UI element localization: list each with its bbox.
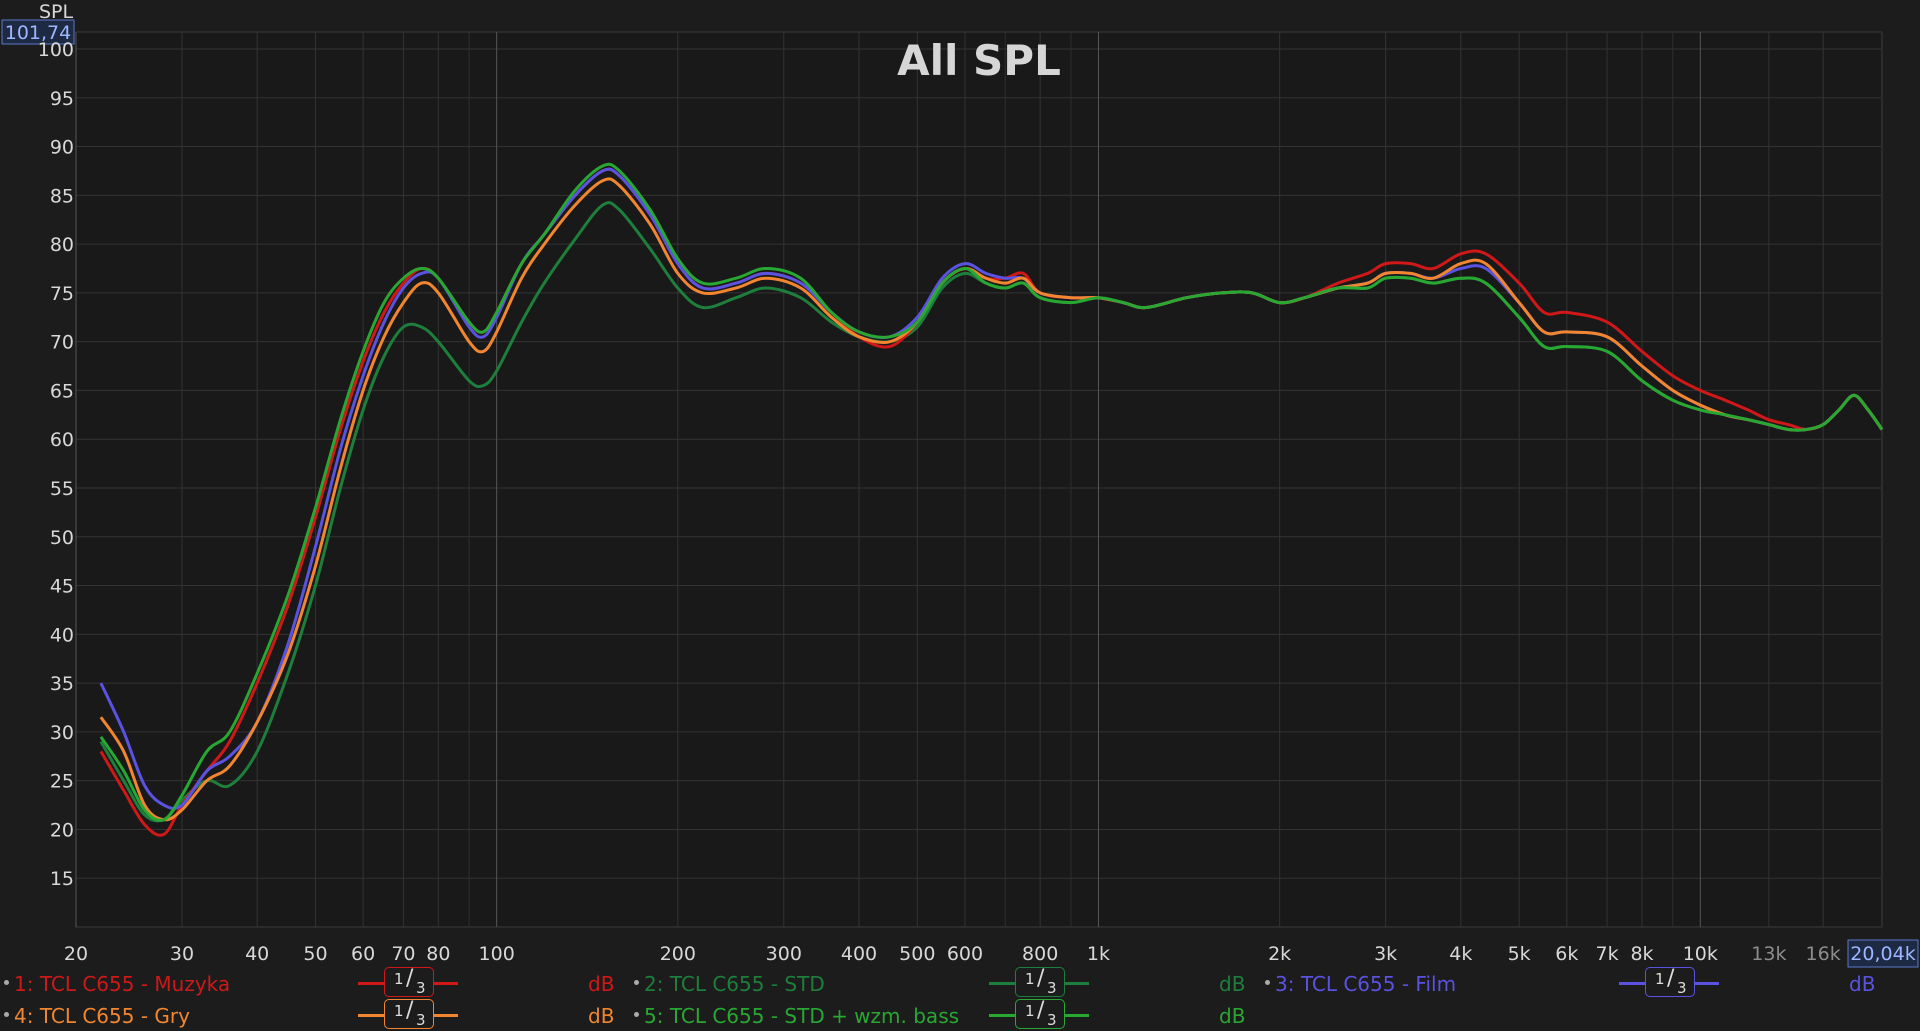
y-tick-label: 100 xyxy=(38,39,74,61)
x-tick-label: 50 xyxy=(303,943,327,965)
x-tick-label: 20 xyxy=(64,943,88,965)
x-tick-label: 10k xyxy=(1683,943,1718,965)
legend-row-2: 4: TCL C655 - Gry 1/3 dB 5: TCL C655 - S… xyxy=(0,998,1920,1031)
y-tick-label: 30 xyxy=(50,722,74,744)
y-tick-label: 85 xyxy=(50,185,74,207)
x-tick-label: 600 xyxy=(947,943,983,965)
x-tick-label: 300 xyxy=(766,943,802,965)
smoothing-numerator: 1 xyxy=(1025,1002,1035,1020)
plot-area xyxy=(75,31,1883,928)
smoothing-box: 1/3 xyxy=(384,998,434,1029)
smoothing-box: 1/3 xyxy=(1015,966,1065,997)
smoothing-numerator: 1 xyxy=(394,970,404,988)
x-tick-label: 400 xyxy=(841,943,877,965)
y-tick-label: 45 xyxy=(50,576,74,598)
legend-label: 1: TCL C655 - Muzyka xyxy=(14,972,231,996)
smoothing-slash: / xyxy=(1667,966,1675,991)
spl-chart[interactable]: All SPL SPL 101,74 20,04k 15202530354045… xyxy=(0,0,1920,970)
x-tick-label: 13k xyxy=(1751,943,1786,965)
x-tick-label: 60 xyxy=(351,943,375,965)
legend-label: 3: TCL C655 - Film xyxy=(1275,972,1457,996)
smoothing-denominator: 3 xyxy=(1047,1011,1057,1029)
smoothing-numerator: 1 xyxy=(1025,970,1035,988)
legend-dot xyxy=(4,1012,9,1017)
smoothing-slash: / xyxy=(406,966,414,991)
chart-title: All SPL xyxy=(897,36,1061,85)
y-tick-label: 15 xyxy=(50,868,74,890)
smoothing-denominator: 3 xyxy=(1677,979,1687,997)
legend-row-1: 1: TCL C655 - Muzyka 1/3 dB 2: TCL C655 … xyxy=(0,966,1920,999)
y-tick-label: 60 xyxy=(50,429,74,451)
y-tick-label: 40 xyxy=(50,624,74,646)
y-tick-label: 70 xyxy=(50,332,74,354)
legend-unit-1: dB xyxy=(588,972,615,996)
x-tick-label: 5k xyxy=(1508,943,1531,965)
smoothing-slash: / xyxy=(1037,966,1045,991)
smoothing-numerator: 1 xyxy=(1655,970,1665,988)
y-tick-label: 95 xyxy=(50,88,74,110)
smoothing-box: 1/3 xyxy=(1015,998,1065,1029)
x-tick-label: 6k xyxy=(1555,943,1578,965)
x-tick-label: 200 xyxy=(660,943,696,965)
legend-unit-4: dB xyxy=(588,1004,615,1028)
y-tick-label: 55 xyxy=(50,478,74,500)
y-tick-label: 35 xyxy=(50,673,74,695)
legend-dot xyxy=(634,980,639,985)
smoothing-box: 1/3 xyxy=(1645,966,1695,997)
legend-dot xyxy=(634,1012,639,1017)
legend-dot xyxy=(1265,980,1270,985)
x-tick-label: 100 xyxy=(479,943,515,965)
legend-unit-2: dB xyxy=(1219,972,1246,996)
x-tick-label: 80 xyxy=(426,943,450,965)
x-tick-label: 70 xyxy=(391,943,415,965)
x-tick-label: 40 xyxy=(245,943,269,965)
x-tick-label: 30 xyxy=(170,943,194,965)
smoothing-slash: / xyxy=(406,998,414,1023)
y-tick-label: 80 xyxy=(50,234,74,256)
x-tick-label: 500 xyxy=(899,943,935,965)
y-tick-label: 50 xyxy=(50,527,74,549)
smoothing-numerator: 1 xyxy=(394,1002,404,1020)
y-tick-label: 90 xyxy=(50,137,74,159)
legend-label: 2: TCL C655 - STD xyxy=(644,972,825,996)
x-tick-label: 4k xyxy=(1449,943,1472,965)
x-tick-label: 3k xyxy=(1374,943,1397,965)
x-tick-label: 2k xyxy=(1268,943,1291,965)
x-tick-label: 800 xyxy=(1022,943,1058,965)
x-tick-label: 7k xyxy=(1596,943,1619,965)
smoothing-denominator: 3 xyxy=(416,979,426,997)
y-tick-label: 75 xyxy=(50,283,74,305)
legend-unit-5: dB xyxy=(1219,1004,1246,1028)
smoothing-box: 1/3 xyxy=(384,966,434,997)
x-tick-label: 16k xyxy=(1806,943,1841,965)
legend-label: 4: TCL C655 - Gry xyxy=(14,1004,190,1028)
y-tick-label: 20 xyxy=(50,819,74,841)
y-tick-label: 25 xyxy=(50,771,74,793)
smoothing-slash: / xyxy=(1037,998,1045,1023)
y-tick-label: 65 xyxy=(50,380,74,402)
smoothing-denominator: 3 xyxy=(416,1011,426,1029)
legend-label: 5: TCL C655 - STD + wzm. bass xyxy=(644,1004,960,1028)
legend-dot xyxy=(4,980,9,985)
x-tick-label: 1k xyxy=(1087,943,1110,965)
smoothing-denominator: 3 xyxy=(1047,979,1057,997)
x-tick-label: 8k xyxy=(1630,943,1653,965)
legend-unit-3: dB xyxy=(1849,972,1876,996)
x-readout: 20,04k xyxy=(1850,943,1915,965)
